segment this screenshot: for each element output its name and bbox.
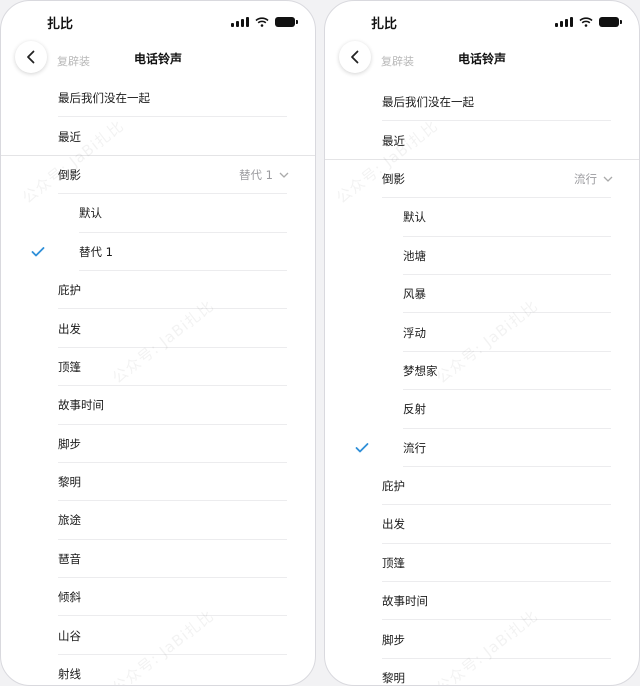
status-icons [231,17,298,27]
chevron-down-icon [279,172,289,178]
list-item[interactable]: 风暴 [325,275,639,314]
list-item-selected[interactable]: 替代 1 [1,233,315,272]
list-item[interactable]: 出发 [1,309,315,349]
ringtone-group-reflection[interactable]: 倒影 流行 [325,160,639,199]
list-item-label: 倒影 [58,167,81,182]
ringtone-group-reflection[interactable]: 倒影 替代 1 [1,156,315,195]
list-item[interactable]: 脚步 [1,425,315,464]
list-item[interactable]: 射线 [1,655,315,685]
list-item-label: 山谷 [58,628,81,643]
list-item-label: 顶篷 [382,555,405,570]
list-item-label: 琶音 [58,551,81,566]
list-item-selected[interactable]: 流行 [325,429,639,468]
list-item[interactable]: 旅途 [1,501,315,541]
list-item-label: 庇护 [58,283,81,298]
list-item[interactable]: 梦想家 [325,352,639,391]
list-item[interactable]: 琶音 [1,540,315,579]
list-item-label: 梦想家 [403,363,438,378]
list-item-label: 最近 [382,133,405,148]
selected-variant: 流行 [574,171,613,187]
list-item-label: 倾斜 [58,590,81,605]
phone-screen-right: 扎比 复辟装 电话铃声 最后我们没在一起 最近 倒影 流行 默认 池塘 风暴 浮… [324,0,640,686]
battery-icon [275,17,298,27]
list-item[interactable]: 故事时间 [325,582,639,621]
list-item-label: 最近 [58,129,81,144]
status-time: 扎比 [47,16,74,32]
status-bar: 扎比 [1,1,315,43]
cellular-signal-icon [231,17,249,27]
list-item-label: 流行 [403,440,426,455]
phone-screen-left: 扎比 复辟装 电话铃声 最后我们没在一起 最近 倒影 替代 1 默认 替代 1 … [0,0,316,686]
checkmark-icon [355,442,369,453]
list-item[interactable]: 倾斜 [1,578,315,617]
list-item-label: 风暴 [403,287,426,302]
list-item[interactable]: 反射 [325,390,639,429]
chevron-left-icon [351,50,359,64]
list-item[interactable]: 最后我们没在一起 [325,83,639,122]
selected-variant: 替代 1 [239,167,289,183]
list-item-label: 脚步 [382,632,405,647]
list-item-label: 池塘 [403,248,426,263]
list-item-label: 出发 [58,321,81,336]
list-item-label: 黎明 [382,671,405,686]
list-item[interactable]: 黎明 [1,463,315,502]
list-item[interactable]: 默认 [1,194,315,233]
chevron-left-icon [27,50,35,64]
battery-icon [599,17,622,27]
status-icons [555,17,622,27]
list-item-label: 黎明 [58,475,81,490]
list-item[interactable]: 出发 [325,505,639,545]
list-item[interactable]: 黎明 [325,659,639,686]
ringtone-list: 最后我们没在一起 最近 倒影 替代 1 默认 替代 1 庇护 出发 顶篷 故事时… [1,79,315,685]
selected-variant-label: 流行 [574,171,597,186]
list-item-label: 倒影 [382,171,405,186]
wifi-icon [579,17,593,27]
list-item[interactable]: 最后我们没在一起 [1,79,315,118]
navigation-bar: 电话铃声 [1,41,315,75]
list-item[interactable]: 庇护 [1,271,315,310]
list-item[interactable]: 顶篷 [325,544,639,583]
list-item-label: 庇护 [382,479,405,494]
back-button[interactable] [339,41,371,73]
list-item-label: 脚步 [58,436,81,451]
chevron-down-icon [603,176,613,182]
list-item[interactable]: 脚步 [325,620,639,660]
list-item-label: 旅途 [58,513,81,528]
list-item-label: 射线 [58,667,81,682]
back-button[interactable] [15,41,47,73]
list-item-label: 故事时间 [58,398,104,413]
list-item-label: 反射 [403,402,426,417]
list-item[interactable]: 庇护 [325,467,639,506]
list-item[interactable]: 山谷 [1,616,315,656]
list-item-label: 最后我们没在一起 [58,91,150,106]
wifi-icon [255,17,269,27]
page-title: 电话铃声 [457,51,506,66]
list-item[interactable]: 默认 [325,198,639,237]
list-item[interactable]: 浮动 [325,313,639,353]
selected-variant-label: 替代 1 [239,167,273,182]
checkmark-icon [31,246,45,257]
list-item[interactable]: 顶篷 [1,348,315,387]
status-time: 扎比 [371,16,398,32]
status-bar: 扎比 [325,1,639,43]
list-item-label: 顶篷 [58,359,81,374]
page-title: 电话铃声 [133,51,182,66]
list-item-label: 默认 [79,206,102,221]
list-item-label: 出发 [382,517,405,532]
list-item[interactable]: 最近 [325,121,639,161]
list-item-label: 替代 1 [79,244,113,259]
list-item-label: 默认 [403,210,426,225]
list-item[interactable]: 故事时间 [1,386,315,425]
cellular-signal-icon [555,17,573,27]
ringtone-list: 最后我们没在一起 最近 倒影 流行 默认 池塘 风暴 浮动 梦想家 反射 流行 … [325,83,639,686]
navigation-bar: 电话铃声 [325,41,639,75]
list-item[interactable]: 最近 [1,117,315,157]
list-item[interactable]: 池塘 [325,237,639,276]
list-item-label: 最后我们没在一起 [382,95,474,110]
list-item-label: 浮动 [403,325,426,340]
list-item-label: 故事时间 [382,594,428,609]
